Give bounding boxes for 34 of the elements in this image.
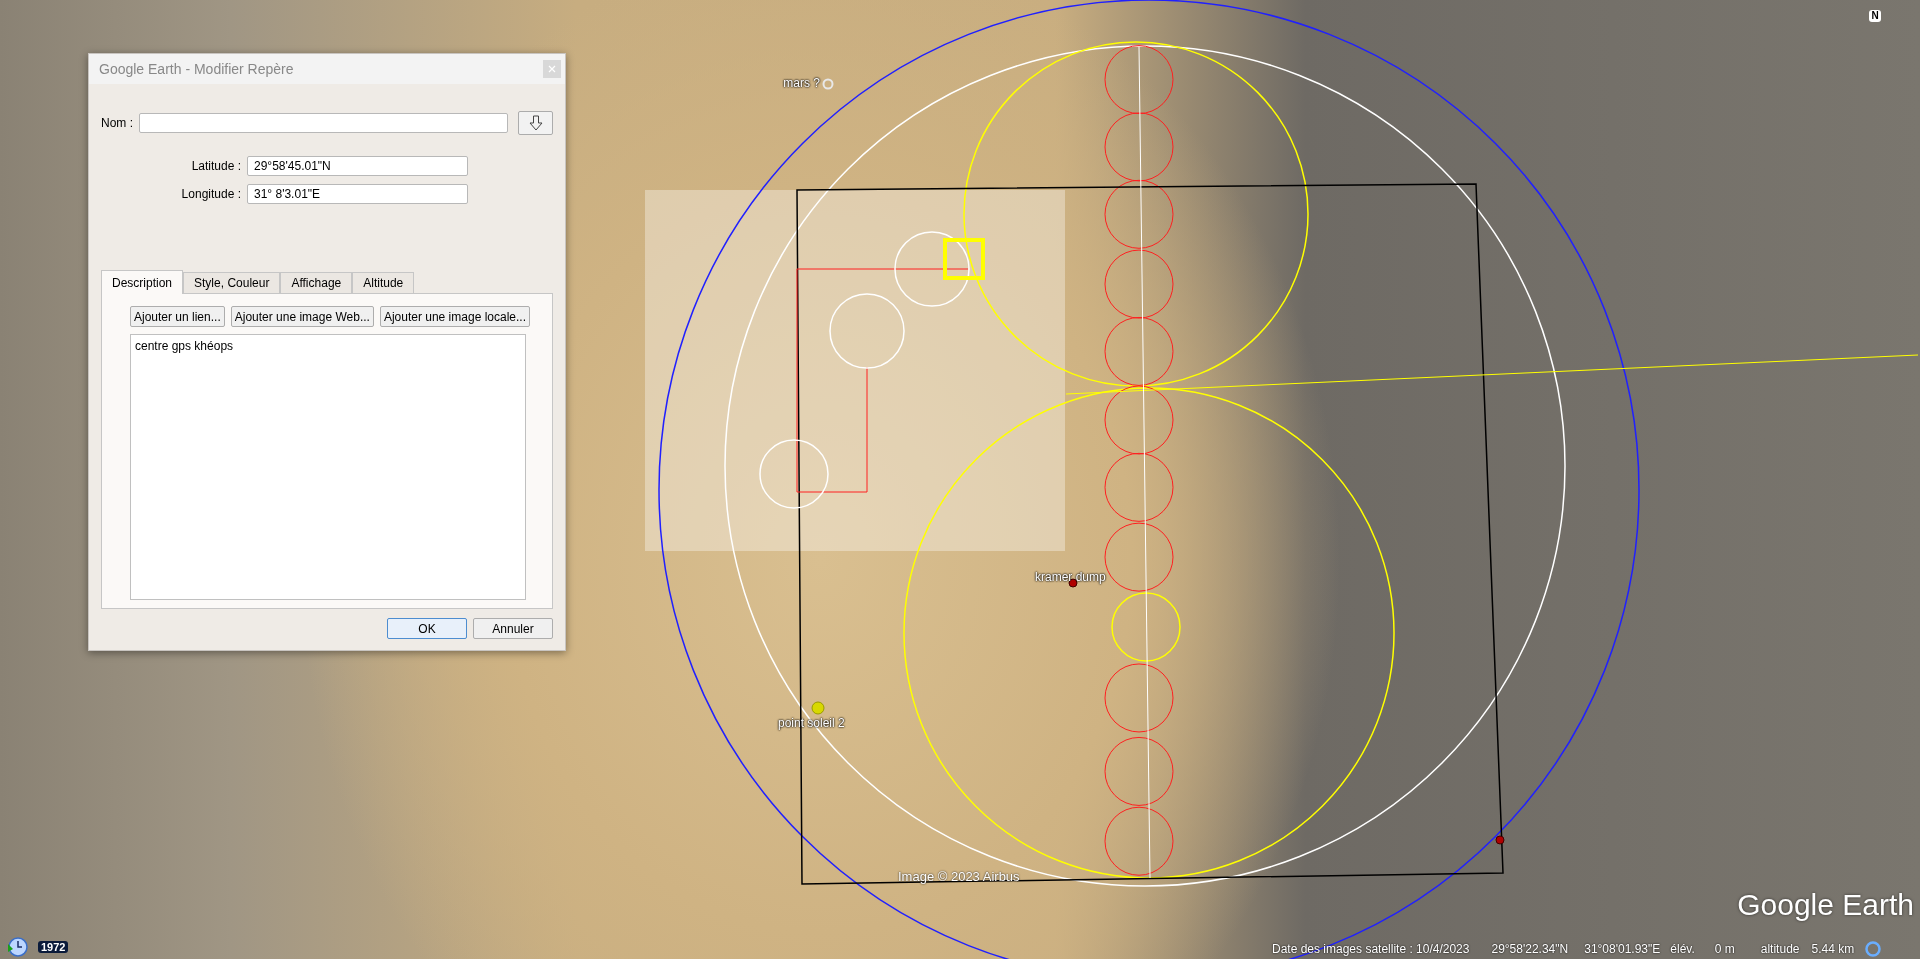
insert-button[interactable]: Ajouter une image locale... xyxy=(379,306,530,327)
field-label: Nom : xyxy=(101,116,133,130)
tab[interactable]: Altitude xyxy=(352,272,415,293)
north-compass[interactable]: N xyxy=(1869,10,1881,22)
cancel-button[interactable]: Annuler xyxy=(473,618,553,639)
insert-button[interactable]: Ajouter un lien... xyxy=(130,306,225,327)
tab[interactable]: Style, Couleur xyxy=(183,272,281,293)
description-text-area[interactable]: centre gps khéops xyxy=(130,334,526,600)
insert-button[interactable]: Ajouter une image Web... xyxy=(230,306,374,327)
placemark-dot-icon[interactable] xyxy=(1495,835,1505,845)
icon-button[interactable] xyxy=(518,111,553,135)
clock-icon[interactable] xyxy=(6,936,28,958)
down-arrow-icon xyxy=(528,115,543,131)
status-text: 29°58'22.34"N xyxy=(1491,941,1569,956)
placemark-dot-icon[interactable] xyxy=(811,701,825,715)
field-label: Longitude : xyxy=(180,187,241,201)
status-text: 31°08'01.93"E xyxy=(1584,941,1661,956)
google-earth-logo: Google Earth xyxy=(1737,888,1914,922)
status-text: 0 m xyxy=(1714,941,1735,956)
coordinate-input-field[interactable]: 29°58'45.01"N xyxy=(247,156,468,176)
streaming-ring-icon xyxy=(1864,939,1883,958)
field-label: Latitude : xyxy=(190,159,241,173)
status-text: élév. xyxy=(1670,941,1695,956)
tab[interactable]: Description xyxy=(101,270,184,294)
ok-button[interactable]: OK xyxy=(387,618,467,639)
coordinate-input-field[interactable]: 31° 8'3.01"E xyxy=(247,184,468,204)
tab[interactable]: Affichage xyxy=(280,272,353,293)
status-text: altitude xyxy=(1760,941,1800,956)
close-icon xyxy=(548,65,556,73)
window-title: Google Earth - Modifier Repère xyxy=(99,61,294,77)
status-text: Date des images satellite : 10/4/2023 xyxy=(1272,941,1470,956)
status-text: 5.44 km xyxy=(1811,941,1855,956)
timeline-year[interactable]: 1972 xyxy=(38,941,69,953)
name-input-field[interactable] xyxy=(139,113,509,133)
